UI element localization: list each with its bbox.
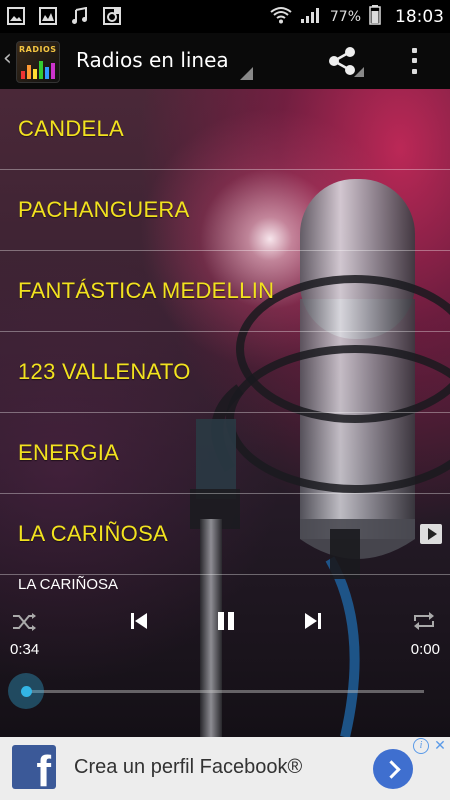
repeat-icon[interactable] [412, 610, 436, 637]
facebook-logo-icon: f [12, 745, 56, 789]
status-bar: 77% 18:03 [0, 0, 450, 33]
next-button[interactable] [301, 609, 325, 633]
notification-icon [102, 6, 122, 26]
time-elapsed: 0:34 [10, 641, 40, 658]
main-content: CANDELA PACHANGUERA FANTÁSTICA MEDELLIN … [0, 89, 450, 737]
overflow-menu-button[interactable] [404, 45, 424, 77]
skip-next-icon [305, 613, 321, 629]
action-bar: ‹ RADIOS Radios en linea [0, 33, 450, 89]
app-logo[interactable]: RADIOS [16, 41, 60, 83]
station-item[interactable]: ENERGIA [0, 413, 450, 494]
status-bar-system: 77% 18:03 [270, 5, 444, 29]
seek-bar-thumb[interactable] [8, 673, 44, 709]
equalizer-icon [21, 61, 55, 79]
station-label: PACHANGUERA [18, 197, 190, 222]
ad-arrow-button[interactable] [373, 749, 413, 789]
chevron-right-icon [381, 759, 401, 779]
station-item[interactable]: 123 VALLENATO [0, 332, 450, 413]
app-title[interactable]: Radios en linea [76, 48, 229, 72]
station-item[interactable]: FANTÁSTICA MEDELLIN [0, 251, 450, 332]
pause-icon [218, 612, 234, 630]
previous-button[interactable] [127, 609, 151, 633]
station-item[interactable]: PACHANGUERA [0, 170, 450, 251]
ad-text[interactable]: Crea un perfil Facebook® [74, 756, 302, 779]
station-label: LA CARIÑOSA [18, 521, 169, 546]
station-item-playing[interactable]: LA CARIÑOSA [0, 494, 450, 575]
now-playing-title: LA CARIÑOSA [18, 576, 119, 593]
music-note-icon [70, 6, 90, 26]
gallery-icon [38, 6, 58, 26]
media-player: LA CARIÑOSA 0:34 0:00 [0, 569, 450, 737]
station-item[interactable]: CANDELA [0, 89, 450, 170]
skip-previous-icon [131, 613, 147, 629]
facebook-logo-letter: f [36, 747, 51, 789]
shuffle-icon[interactable] [12, 611, 38, 638]
station-label: FANTÁSTICA MEDELLIN [18, 278, 275, 303]
play-indicator-icon [420, 524, 442, 544]
station-label: 123 VALLENATO [18, 359, 191, 384]
ad-close-icon[interactable]: ✕ [432, 738, 448, 754]
seek-bar[interactable] [8, 673, 424, 709]
station-list: CANDELA PACHANGUERA FANTÁSTICA MEDELLIN … [0, 89, 450, 575]
wifi-icon [270, 6, 292, 28]
status-bar-notifications [6, 6, 122, 26]
share-dropdown-indicator [354, 67, 364, 77]
station-label: CANDELA [18, 116, 125, 141]
ad-info-icon[interactable]: i [413, 738, 429, 754]
battery-icon [369, 5, 381, 29]
battery-percent: 77% [329, 9, 361, 25]
app-logo-text: RADIOS [19, 45, 57, 54]
title-dropdown-indicator [240, 67, 253, 80]
signal-icon [300, 6, 322, 28]
ad-banner[interactable]: f Crea un perfil Facebook® i ✕ [0, 737, 450, 800]
back-chevron-icon[interactable]: ‹ [3, 46, 12, 71]
clock: 18:03 [395, 7, 444, 27]
image-icon [6, 6, 26, 26]
station-label: ENERGIA [18, 440, 120, 465]
overflow-menu-icon [411, 47, 417, 53]
time-total: 0:00 [410, 641, 440, 658]
pause-button[interactable] [214, 609, 238, 633]
